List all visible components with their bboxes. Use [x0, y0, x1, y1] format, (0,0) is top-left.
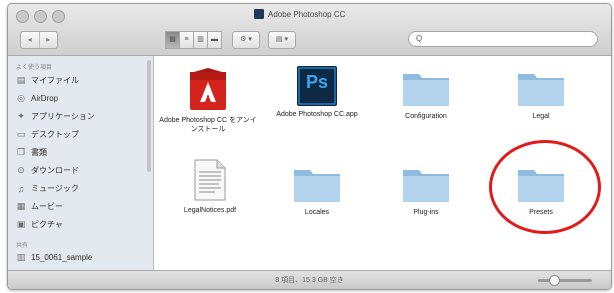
documents-icon: ❐ [16, 147, 26, 157]
computer-icon: ▥ [16, 252, 26, 262]
sidebar-item-label: 書類 [31, 148, 47, 157]
finder-window: Adobe Photoshop CC ◂ ▸ ▦ ≡ ▥ ▬ ⚙ ▾ ▤ ▾ Q… [7, 3, 612, 290]
shared-header: 共有 [16, 243, 29, 249]
list-view-button[interactable]: ≡ [179, 31, 194, 49]
file-grid: Adobe Photoshop CC をアンインストール Ps Adobe Ph… [154, 56, 611, 270]
folder-presets[interactable]: Presets [491, 164, 591, 217]
folder-icon [403, 170, 449, 202]
forward-button[interactable]: ▸ [40, 32, 58, 48]
desktop-icon: ▭ [16, 129, 26, 139]
folder-icon [518, 170, 564, 202]
folder-plug-ins[interactable]: Plug-ins [376, 164, 476, 217]
sidebar-item-label: ピクチャ [31, 220, 63, 229]
back-button[interactable]: ◂ [21, 32, 40, 48]
sidebar-item-label: デスクトップ [31, 130, 79, 139]
column-view-button[interactable]: ▥ [193, 31, 208, 49]
folder-icon [518, 74, 564, 106]
file-label: Plug-ins [413, 209, 439, 216]
applications-icon: ✦ [17, 111, 25, 121]
search-field[interactable]: Q [408, 31, 598, 47]
folder-locales[interactable]: Locales [267, 164, 367, 217]
view-mode-group: ▦ ≡ ▥ ▬ [165, 31, 222, 49]
sidebar-item-airdrop[interactable]: ◎ AirDrop [16, 91, 58, 106]
arrange-button[interactable]: ▤ ▾ [268, 31, 296, 49]
all-files-icon: ▤ [16, 75, 26, 85]
sidebar-item-movies[interactable]: ▦ ムービー [16, 199, 63, 214]
app-icon-text: Ps [305, 72, 329, 92]
folder-legal[interactable]: Legal [491, 68, 591, 121]
file-label: Presets [529, 209, 553, 216]
sidebar-scrollbar[interactable] [147, 60, 151, 172]
uninstaller-icon [190, 68, 226, 110]
sidebar-item-label: ミュージック [31, 184, 79, 193]
navigation-buttons: ◂ ▸ [20, 31, 58, 49]
window-title: Adobe Photoshop CC [254, 9, 345, 19]
sidebar: よく使う項目 ▤ マイファイル ◎ AirDrop ✦ アプリケーション ▭ デ… [8, 56, 154, 270]
file-item-legal-notices[interactable]: LegalNotices.pdf [160, 158, 260, 215]
coverflow-view-button[interactable]: ▬ [207, 31, 222, 49]
status-bar: 8 項目、15.3 GB 空き [8, 270, 611, 289]
status-text: 8 項目、15.3 GB 空き [275, 277, 344, 284]
close-button[interactable] [16, 10, 29, 23]
movies-icon: ▦ [16, 201, 26, 211]
photoshop-icon [254, 9, 264, 19]
icon-view-button[interactable]: ▦ [165, 31, 180, 49]
file-label: LegalNotices.pdf [183, 207, 237, 214]
file-item-uninstaller[interactable]: Adobe Photoshop CC をアンインストール [158, 66, 258, 134]
sidebar-item-label: AirDrop [31, 94, 59, 103]
folder-icon [294, 170, 340, 202]
sidebar-item-label: マイファイル [31, 76, 79, 85]
folder-configuration[interactable]: Configuration [376, 68, 476, 121]
icon-size-slider[interactable] [538, 279, 592, 282]
window-title-text: Adobe Photoshop CC [268, 9, 346, 19]
folder-icon [403, 74, 449, 106]
file-label: Legal [532, 113, 550, 120]
title-bar: Adobe Photoshop CC ◂ ▸ ▦ ≡ ▥ ▬ ⚙ ▾ ▤ ▾ Q [8, 4, 611, 56]
file-label: Locales [304, 209, 330, 216]
sidebar-item-label: アプリケーション [31, 112, 95, 121]
sidebar-item-device[interactable]: ▥ 15_0061_sample [16, 250, 93, 265]
sidebar-item-label: 15_0061_sample [31, 253, 93, 262]
file-item-photoshop-app[interactable]: Ps Adobe Photoshop CC.app [267, 66, 367, 119]
document-icon [194, 159, 226, 201]
sidebar-item-label: ムービー [31, 202, 63, 211]
search-icon: Q [416, 34, 423, 43]
zoom-button[interactable] [52, 10, 65, 23]
music-icon: ♫ [17, 183, 25, 194]
file-label: Adobe Photoshop CC.app [276, 111, 358, 118]
file-label: Adobe Photoshop CC をアンインストール [159, 117, 257, 133]
sidebar-item-label: ダウンロード [31, 166, 79, 175]
minimize-button[interactable] [34, 10, 47, 23]
downloads-icon: ⊙ [17, 165, 25, 175]
sidebar-item-music[interactable]: ♫ ミュージック [16, 181, 79, 196]
sidebar-item-desktop[interactable]: ▭ デスクトップ [16, 127, 79, 142]
favorites-header: よく使う項目 [16, 65, 53, 71]
file-label: Configuration [405, 113, 447, 120]
pictures-icon: ▣ [16, 219, 26, 229]
sidebar-item-documents[interactable]: ❐ 書類 [16, 145, 47, 160]
sidebar-item-pictures[interactable]: ▣ ピクチャ [16, 217, 63, 232]
action-button[interactable]: ⚙ ▾ [232, 31, 260, 49]
icon-size-slider-knob[interactable] [549, 275, 560, 286]
sidebar-item-downloads[interactable]: ⊙ ダウンロード [16, 163, 79, 178]
window-controls [16, 10, 65, 23]
sidebar-item-applications[interactable]: ✦ アプリケーション [16, 109, 95, 124]
airdrop-icon: ◎ [17, 93, 25, 103]
sidebar-item-all-files[interactable]: ▤ マイファイル [16, 73, 79, 88]
